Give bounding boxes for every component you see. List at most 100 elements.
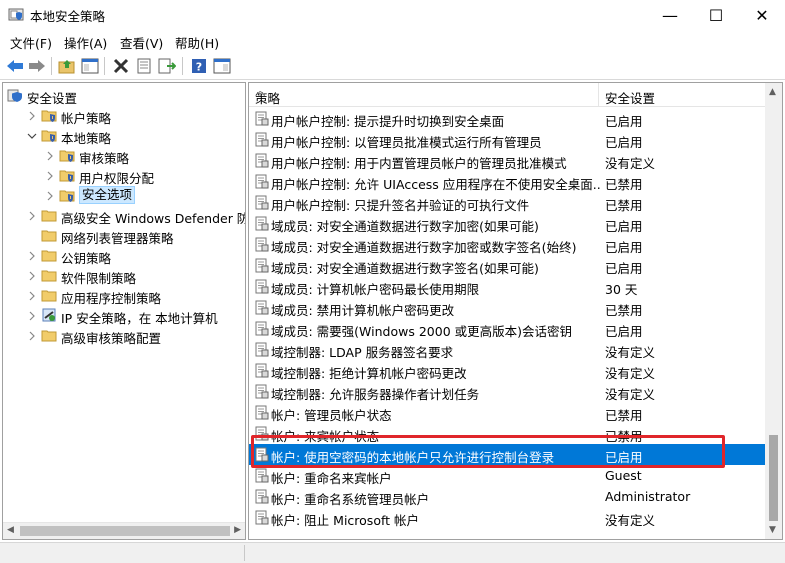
policy-setting-value: 没有定义 (605, 366, 656, 381)
chevron-right-icon[interactable] (45, 150, 55, 161)
policy-row[interactable]: 帐户: 重命名来宾帐户 Guest (249, 465, 767, 486)
chevron-right-icon[interactable] (45, 170, 55, 181)
tree-item[interactable]: 用户权限分配 (3, 165, 245, 186)
maximize-button[interactable]: ☐ (693, 0, 739, 30)
menu-action[interactable]: 操作(A) (64, 33, 107, 52)
policy-name: 域控制器: 允许服务器操作者计划任务 (271, 387, 480, 402)
tree-item[interactable]: 高级安全 Windows Defender 防火墙 (3, 205, 245, 226)
list-vertical-scrollbar[interactable]: ▲ ▼ (765, 83, 782, 539)
chevron-right-icon[interactable] (27, 210, 37, 221)
scroll-up-icon[interactable]: ▲ (769, 87, 776, 97)
policy-name: 用户帐户控制: 允许 UIAccess 应用程序在不使用安全桌面... (271, 177, 601, 192)
up-folder-button[interactable] (57, 56, 77, 76)
tree-item[interactable]: 本地策略 (3, 125, 245, 146)
tree-item[interactable]: 网络列表管理器策略 (3, 225, 245, 246)
scroll-left-icon[interactable]: ◀ (7, 525, 14, 535)
policy-name: 域控制器: 拒绝计算机帐户密码更改 (271, 366, 467, 381)
action-pane-button[interactable] (212, 56, 232, 76)
chevron-right-icon[interactable] (27, 250, 37, 261)
back-button[interactable] (5, 56, 25, 76)
policy-document-icon (255, 279, 269, 294)
export-icon (158, 58, 176, 74)
policy-row[interactable]: 域成员: 需要强(Windows 2000 或更高版本)会话密钥 已启用 (249, 318, 767, 339)
policy-document-icon (255, 405, 269, 420)
policy-setting-value: 已启用 (605, 450, 643, 465)
policy-row[interactable]: 域控制器: 拒绝计算机帐户密码更改 没有定义 (249, 360, 767, 381)
scroll-right-icon[interactable]: ▶ (234, 525, 241, 535)
policy-row[interactable]: 帐户: 阻止 Microsoft 帐户 没有定义 (249, 507, 767, 528)
tree-item[interactable]: 审核策略 (3, 145, 245, 166)
tree-item[interactable]: 公钥策略 (3, 245, 245, 266)
chevron-right-icon[interactable] (45, 190, 55, 201)
security-policy-app-icon (8, 8, 24, 21)
policy-setting-value: 30 天 (605, 282, 638, 297)
policy-row[interactable]: 域成员: 对安全通道数据进行数字加密(如果可能) 已启用 (249, 213, 767, 234)
properties-button[interactable] (134, 56, 154, 76)
close-button[interactable]: ✕ (739, 0, 785, 30)
policy-row[interactable]: 用户帐户控制: 提示提升时切换到安全桌面 已启用 (249, 108, 767, 129)
policy-row[interactable]: 帐户: 来宾帐户状态 已禁用 (249, 423, 767, 444)
scroll-down-icon[interactable]: ▼ (769, 525, 776, 535)
policy-setting-value: 没有定义 (605, 513, 656, 528)
action-pane-icon (213, 58, 231, 74)
delete-button[interactable] (111, 56, 131, 76)
arrow-right-icon (29, 60, 45, 72)
folder-shield-icon (59, 167, 75, 183)
tree-item[interactable]: 安全设置 (3, 85, 245, 106)
chevron-right-icon[interactable] (27, 110, 37, 121)
policy-setting-value: 已启用 (605, 324, 643, 339)
policy-name: 用户帐户控制: 提示提升时切换到安全桌面 (271, 114, 505, 129)
tree-item[interactable]: 软件限制策略 (3, 265, 245, 286)
policy-row[interactable]: 用户帐户控制: 只提升签名并验证的可执行文件 已禁用 (249, 192, 767, 213)
policy-row[interactable]: 帐户: 管理员帐户状态 已禁用 (249, 402, 767, 423)
policy-row[interactable]: 域成员: 计算机帐户密码最长使用期限 30 天 (249, 276, 767, 297)
chevron-right-icon[interactable] (27, 330, 37, 341)
policy-row[interactable]: 用户帐户控制: 允许 UIAccess 应用程序在不使用安全桌面... 已禁用 (249, 171, 767, 192)
policy-row[interactable]: 域成员: 对安全通道数据进行数字签名(如果可能) 已启用 (249, 255, 767, 276)
policy-row[interactable]: 域控制器: 允许服务器操作者计划任务 没有定义 (249, 381, 767, 402)
policy-name: 域成员: 对安全通道数据进行数字加密(如果可能) (271, 219, 539, 234)
forward-button[interactable] (27, 56, 47, 76)
policy-document-icon (255, 363, 269, 378)
policy-name: 用户帐户控制: 用于内置管理员帐户的管理员批准模式 (271, 156, 567, 171)
tree-item[interactable]: IP 安全策略，在 本地计算机 (3, 305, 245, 326)
column-header-policy[interactable]: 策略 ^ (249, 83, 599, 107)
tree-item[interactable]: 帐户策略 (3, 105, 245, 126)
policy-row[interactable]: 帐户: 使用空密码的本地帐户只允许进行控制台登录 已启用 (249, 444, 767, 465)
policy-row[interactable]: 域控制器: LDAP 服务器签名要求 没有定义 (249, 339, 767, 360)
chevron-right-icon[interactable] (27, 290, 37, 301)
chevron-right-icon[interactable] (27, 310, 37, 321)
folder-shield-icon (59, 187, 75, 203)
policy-document-icon (255, 174, 269, 189)
list-scroll-thumb[interactable] (769, 435, 778, 521)
menu-view[interactable]: 查看(V) (120, 33, 163, 52)
policy-name: 帐户: 重命名系统管理员帐户 (271, 492, 430, 507)
policy-document-icon (255, 321, 269, 336)
policy-row[interactable]: 用户帐户控制: 以管理员批准模式运行所有管理员 已启用 (249, 129, 767, 150)
policy-row[interactable]: 帐户: 重命名系统管理员帐户 Administrator (249, 486, 767, 507)
policy-document-icon (255, 153, 269, 168)
tree-item[interactable]: 应用程序控制策略 (3, 285, 245, 306)
policy-document-icon (255, 132, 269, 147)
help-button[interactable]: ? (189, 56, 209, 76)
folder-icon (41, 207, 57, 223)
minimize-button[interactable]: — (647, 0, 693, 30)
chevron-right-icon[interactable] (27, 270, 37, 281)
export-list-button[interactable] (157, 56, 177, 76)
policy-name: 用户帐户控制: 只提升签名并验证的可执行文件 (271, 198, 530, 213)
tree-scroll-thumb[interactable] (20, 526, 230, 536)
column-header-setting[interactable]: 安全设置 (599, 83, 767, 107)
menu-file[interactable]: 文件(F) (10, 33, 52, 52)
tree-horizontal-scrollbar[interactable]: ◀ ▶ (3, 522, 245, 539)
policy-row[interactable]: 域成员: 禁用计算机帐户密码更改 已禁用 (249, 297, 767, 318)
policy-row[interactable]: 域成员: 对安全通道数据进行数字加密或数字签名(始终) 已启用 (249, 234, 767, 255)
menu-help[interactable]: 帮助(H) (175, 33, 219, 52)
tree-item[interactable]: 安全选项 (3, 185, 245, 205)
policy-setting-value: 已禁用 (605, 429, 643, 444)
policy-setting-value: 已禁用 (605, 177, 643, 192)
chevron-down-icon[interactable] (27, 130, 37, 140)
tree-item[interactable]: 高级审核策略配置 (3, 325, 245, 346)
show-hide-tree-button[interactable] (80, 56, 100, 76)
policy-row[interactable]: 用户帐户控制: 用于内置管理员帐户的管理员批准模式 没有定义 (249, 150, 767, 171)
policy-setting-value: 已启用 (605, 219, 643, 234)
